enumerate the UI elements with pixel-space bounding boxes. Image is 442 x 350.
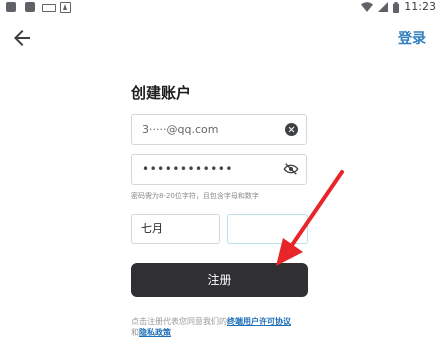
terms-prefix: 点击注册代表您同意我们的 xyxy=(131,317,227,326)
battery-icon xyxy=(393,1,400,13)
password-field[interactable]: •••••••••••• xyxy=(131,154,307,185)
birth-month-select[interactable]: 七月 xyxy=(131,214,220,244)
notification-icon xyxy=(25,2,35,12)
status-bar-right: 11:23 xyxy=(361,0,436,14)
email-value: 3·····@qq.com xyxy=(142,123,219,136)
register-button[interactable]: 注册 xyxy=(131,263,308,297)
back-arrow-icon[interactable] xyxy=(10,26,34,50)
terms-conjunction: 和 xyxy=(131,328,139,337)
status-bar: 11:23 xyxy=(0,0,442,14)
notification-icon xyxy=(6,2,16,12)
password-hint: 密码需为8-20位字符，且包含字母和数字 xyxy=(131,192,259,200)
birth-day-field[interactable] xyxy=(227,214,308,244)
status-time: 11:23 xyxy=(404,0,436,13)
wifi-icon xyxy=(361,2,374,12)
eye-off-icon[interactable] xyxy=(283,161,299,177)
create-account-screen: 11:23 登录 创建账户 3·····@qq.com ••••••••••••… xyxy=(0,0,442,350)
clear-icon[interactable] xyxy=(285,123,298,136)
login-link[interactable]: 登录 xyxy=(398,28,426,48)
license-agreement-link[interactable]: 终端用户许可协议 xyxy=(227,317,291,326)
privacy-policy-link[interactable]: 隐私政策 xyxy=(139,328,171,337)
email-field[interactable]: 3·····@qq.com xyxy=(131,114,307,145)
page-title: 创建账户 xyxy=(131,84,192,102)
app-notification-icon xyxy=(60,2,71,13)
terms-text: 点击注册代表您同意我们的终端用户许可协议 和隐私政策 xyxy=(131,316,341,338)
signal-icon xyxy=(378,2,389,12)
keyboard-icon xyxy=(42,4,56,12)
password-value: •••••••••••• xyxy=(142,162,233,176)
